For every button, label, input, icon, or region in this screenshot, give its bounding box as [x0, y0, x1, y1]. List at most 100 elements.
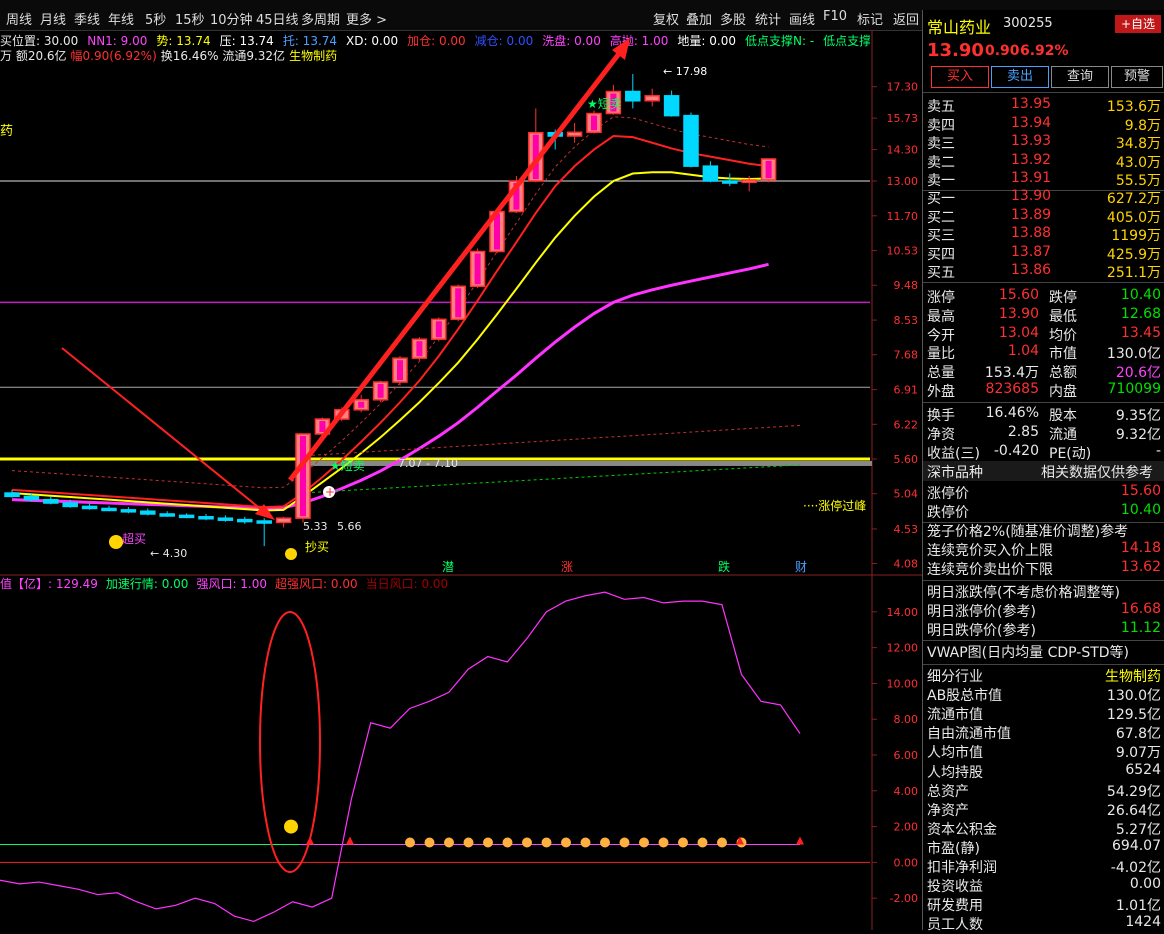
period-15s[interactable]: 15秒 [175, 9, 205, 28]
period-more[interactable]: 更多 > [346, 9, 387, 28]
period-weekly[interactable]: 周线 [6, 9, 32, 28]
order-book-row[interactable]: 卖三 13.93 34.8万 [927, 133, 1164, 152]
period-monthly[interactable]: 月线 [40, 9, 66, 28]
order-book-row[interactable]: 买二 13.89 405.0万 [927, 207, 1164, 226]
left-price-label: 5.33 [303, 520, 328, 533]
company-row: 净资产 26.64亿 [927, 800, 1164, 819]
order-book-row[interactable]: 买五 13.86 251.1万 [927, 262, 1164, 281]
stat-value: 15.60 [998, 287, 1039, 303]
order-book-row[interactable]: 卖二 13.92 43.0万 [927, 152, 1164, 171]
period-45day[interactable]: 45日线 [256, 9, 299, 28]
stat-value-2: 13.45 [1120, 324, 1161, 341]
order-book-row[interactable]: 买三 13.88 1199万 [927, 225, 1164, 244]
fin-value-2: 9.35亿 [1115, 408, 1161, 424]
flower-icon [658, 837, 669, 848]
price-tick-label: 10.53 [887, 245, 919, 258]
flower-icon [678, 837, 688, 848]
candle-body [625, 90, 641, 102]
tool-stats[interactable]: 统计 [755, 9, 781, 28]
sub-tick-label: 12.00 [887, 642, 919, 655]
fin-value-2: 9.32亿 [1115, 426, 1161, 443]
add-favorite-button[interactable]: +自选 [1115, 15, 1161, 33]
company-row: AB股总市值 130.0亿 [927, 685, 1164, 704]
stat-label-2: 总额 [1049, 365, 1077, 382]
board-disclaimer: 相关数据仅供参考 [1041, 465, 1153, 481]
event-mark: 潜 [442, 560, 454, 574]
stat-value-2: 12.68 [1120, 305, 1161, 322]
cage-label: 连续竞价买入价上限 [927, 543, 1053, 559]
book-price: 13.89 [1011, 206, 1052, 223]
company-value: 0.00 [1129, 876, 1161, 893]
company-label: 人均市值 [927, 745, 983, 762]
stat-row: 外盘 823685 内盘 710099 [927, 381, 1164, 400]
sub-tick-label: 2.00 [894, 821, 919, 834]
candle-inner [416, 341, 423, 357]
period-multi[interactable]: 多周期 [301, 9, 340, 28]
period-5s[interactable]: 5秒 [145, 9, 166, 28]
sell-button[interactable]: 卖出 [991, 66, 1049, 88]
tomorrow-title-text: 明日涨跌停(不考虑价格调整等) [927, 585, 1120, 601]
book-label: 卖五 [927, 99, 955, 115]
period-yearly[interactable]: 年线 [108, 9, 134, 28]
period-quarterly[interactable]: 季线 [74, 9, 100, 28]
tool-adjust[interactable]: 复权 [653, 9, 679, 28]
period-10min[interactable]: 10分钟 [210, 9, 253, 28]
stat-row: 总量 153.4万 总额 20.6亿 [927, 362, 1164, 381]
company-value: 54.29亿 [1106, 783, 1161, 800]
board-type: 深市品种 [927, 465, 983, 481]
limit-label: 涨停价 [927, 486, 969, 502]
stat-value: 13.90 [998, 305, 1039, 322]
order-book-row[interactable]: 卖四 13.94 9.8万 [927, 115, 1164, 134]
company-label: 总资产 [927, 783, 969, 800]
book-label: 买五 [927, 265, 955, 281]
candle-body [159, 513, 175, 517]
tool-mark[interactable]: 标记 [857, 9, 883, 28]
company-label: 研发费用 [927, 898, 983, 915]
order-book-row[interactable]: 卖五 13.95 153.6万 [927, 96, 1164, 115]
company-value: -4.02亿 [1110, 860, 1161, 876]
tool-overlay[interactable]: 叠加 [686, 9, 712, 28]
limit-label: 跌停价 [927, 505, 969, 521]
high-mark-label: ← 17.98 [663, 65, 707, 78]
company-row: 总资产 54.29亿 [927, 781, 1164, 800]
flower-icon [600, 837, 610, 848]
stat-row: 涨停 15.60 跌停 10.40 [927, 287, 1164, 306]
candle-inner [591, 115, 597, 131]
tool-back[interactable]: 返回 [893, 9, 919, 28]
separator [923, 640, 1164, 641]
flower-icon [522, 837, 532, 848]
company-row: 人均市值 9.07万 [927, 742, 1164, 761]
company-value: 67.8亿 [1115, 726, 1161, 743]
candle-body [644, 95, 660, 102]
book-label: 卖三 [927, 136, 955, 152]
order-book-row[interactable]: 卖一 13.91 55.5万 [927, 170, 1164, 189]
fin-label: 净资 [927, 426, 955, 443]
flower-icon [619, 837, 630, 848]
price-change-pct: 6.92% [1020, 43, 1069, 59]
vwap-title[interactable]: VWAP图(日内均量 CDP-STD等) [927, 642, 1129, 662]
flower-icon [580, 837, 591, 848]
alert-button[interactable]: 预警 [1111, 66, 1163, 88]
company-label: 市盈(静) [927, 840, 980, 857]
order-book-row[interactable]: 买一 13.90 627.2万 [927, 188, 1164, 207]
order-book-row[interactable]: 买四 13.87 425.9万 [927, 244, 1164, 263]
book-price: 13.88 [1011, 225, 1052, 241]
chart-area[interactable]: 买位置: 30.00 NN1: 9.00 势: 13.74 压: 13.74 托: 13… [0, 30, 922, 930]
candle-inner [319, 421, 326, 433]
short-sell-label: ★短卖 [587, 97, 622, 111]
company-value: 9.07万 [1115, 745, 1161, 762]
smiley-icon [284, 819, 298, 834]
book-label: 卖一 [927, 173, 955, 189]
flower-icon [424, 837, 435, 848]
tool-multistock[interactable]: 多股 [720, 9, 746, 28]
buy-button[interactable]: 买入 [931, 66, 989, 88]
cage-value: 13.62 [1120, 559, 1161, 575]
book-price: 13.90 [1011, 188, 1052, 204]
cage-value: 14.18 [1120, 540, 1161, 556]
tool-f10[interactable]: F10 [823, 9, 847, 24]
stat-value-2: 10.40 [1120, 287, 1161, 303]
tool-draw[interactable]: 画线 [789, 9, 815, 28]
query-button[interactable]: 查询 [1051, 66, 1109, 88]
stat-row: 今开 13.04 均价 13.45 [927, 325, 1164, 344]
candlestick-chart[interactable]: 17.30 15.73 14.30 13.00 11.70 10.53 9.48 8.53 7.… [0, 30, 922, 930]
